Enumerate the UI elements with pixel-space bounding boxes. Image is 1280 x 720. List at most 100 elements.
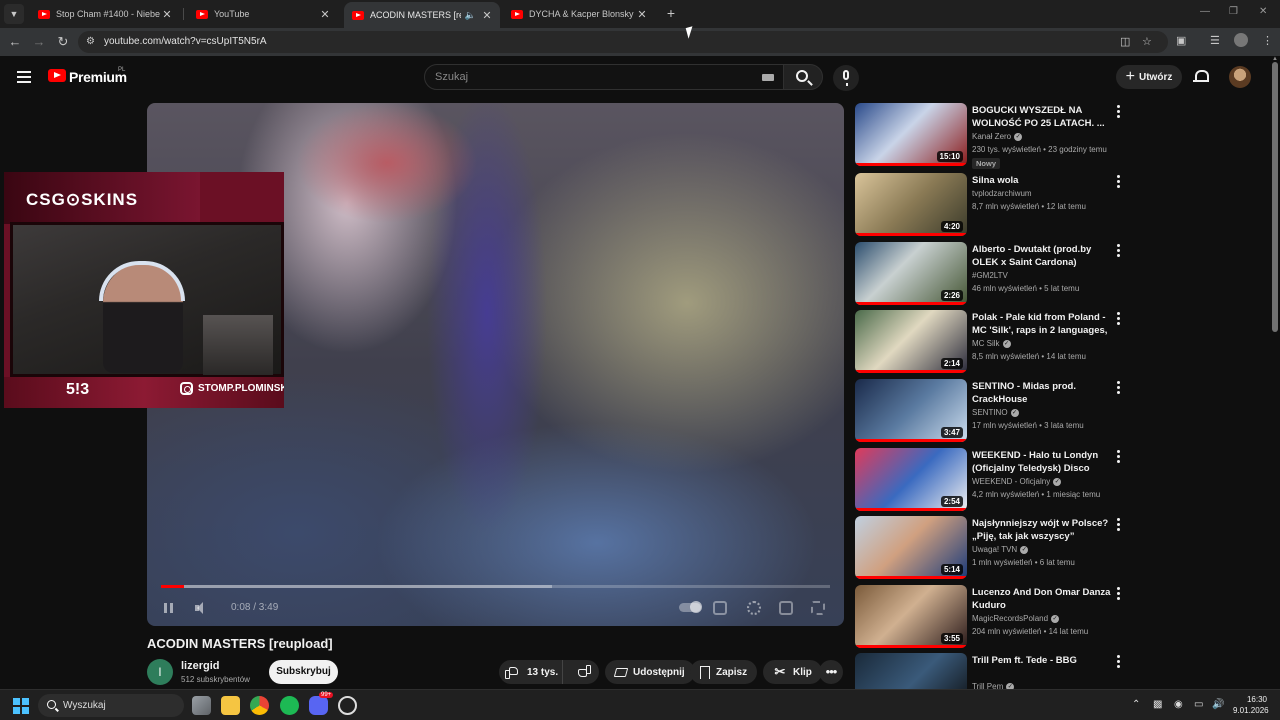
volume-icon[interactable]	[195, 602, 207, 614]
address-bar[interactable]: ⚙ youtube.com/watch?v=csUpIT5N5rA ◫ ☆	[78, 31, 1168, 53]
account-avatar[interactable]	[1229, 66, 1251, 88]
pause-icon[interactable]	[164, 603, 173, 613]
like-button[interactable]: 13 tys.	[499, 660, 563, 684]
share-button[interactable]: Udostępnij	[605, 660, 695, 684]
video-thumbnail[interactable]: 3:47	[855, 379, 967, 442]
tab-dycha[interactable]: DYCHA & Kacper Blonsky - CRU ✕	[503, 2, 655, 26]
recommendation-item[interactable]: 15:10 BOGUCKI WYSZEDŁ NA WOLNOŚĆ PO 25 LA…	[855, 103, 1130, 169]
keyboard-icon[interactable]	[762, 74, 774, 81]
tab-close-icon[interactable]: ✕	[160, 8, 174, 21]
recommendation-title[interactable]: SENTINO - Midas prod. CrackHouse	[972, 380, 1112, 406]
tab-youtube[interactable]: YouTube ✕	[188, 2, 338, 26]
subtitles-icon[interactable]	[713, 601, 727, 615]
search-button[interactable]	[783, 64, 823, 90]
video-thumbnail[interactable]: 4:20	[855, 173, 967, 236]
forward-icon[interactable]: →	[31, 34, 47, 50]
obs-icon[interactable]	[338, 696, 357, 715]
chrome-icon[interactable]	[250, 696, 269, 715]
display-icon[interactable]: ▭	[1194, 699, 1203, 710]
more-options-icon[interactable]	[1117, 381, 1121, 395]
recommendation-title[interactable]: Trill Pem ft. Tede - BBG	[972, 654, 1112, 667]
network-icon[interactable]: ▩	[1153, 699, 1162, 710]
notifications-bell-icon[interactable]	[1193, 69, 1209, 83]
more-options-icon[interactable]	[1117, 655, 1121, 669]
bookmark-star-icon[interactable]: ☆	[1142, 35, 1152, 48]
video-thumbnail[interactable]: 5:14	[855, 516, 967, 579]
channel-name[interactable]: lizergid	[181, 660, 220, 672]
discord-icon[interactable]	[309, 696, 328, 715]
more-options-icon[interactable]	[1117, 518, 1121, 532]
autoplay-toggle[interactable]	[679, 601, 702, 613]
profile-icon[interactable]	[1234, 33, 1248, 47]
browser-menu-icon[interactable]: ⋮	[1262, 34, 1273, 47]
recommendation-title[interactable]: WEEKEND - Halo tu Londyn (Oficjalny Tele…	[972, 449, 1112, 475]
more-options-icon[interactable]	[1117, 312, 1121, 326]
tab-close-icon[interactable]: ✕	[480, 9, 494, 22]
tab-search-button[interactable]: ▼	[4, 4, 24, 24]
recommendation-title[interactable]: Lucenzo And Don Omar Danza Kuduro	[972, 586, 1112, 612]
reading-list-icon[interactable]: ☰	[1210, 34, 1220, 47]
tab-close-icon[interactable]: ✕	[318, 8, 332, 21]
recommendation-channel[interactable]: SENTINO ✓	[972, 408, 1019, 417]
recommendation-channel[interactable]: MC Silk ✓	[972, 339, 1011, 348]
file-explorer-icon[interactable]	[221, 696, 240, 715]
system-clock[interactable]: 16:30 9.01.2026	[1233, 694, 1269, 716]
recommendation-title[interactable]: Najsłynniejszy wójt w Polsce? „Piję, tak…	[972, 517, 1112, 543]
more-options-icon[interactable]	[1117, 105, 1121, 119]
audio-playing-icon[interactable]: 🔈	[465, 10, 476, 21]
install-app-icon[interactable]: ◫	[1120, 35, 1130, 48]
recommendation-item[interactable]: 3:55 Lucenzo And Don Omar Danza Kuduro Mag…	[855, 585, 1130, 649]
recommendation-item[interactable]: 4:20 Silna wola tvplodzarchiwum 8,7 mln wyś…	[855, 173, 1130, 237]
page-scrollbar[interactable]: ▲	[1270, 56, 1280, 689]
scrollbar-thumb[interactable]	[1272, 62, 1278, 332]
tab-close-icon[interactable]: ✕	[635, 8, 649, 21]
back-icon[interactable]: ←	[7, 34, 23, 50]
microphone-tray-icon[interactable]: ◉	[1174, 699, 1183, 710]
recommendation-item[interactable]: 3:47 SENTINO - Midas prod. CrackHouse SENT…	[855, 379, 1130, 443]
new-tab-button[interactable]: +	[662, 4, 680, 22]
taskbar-search[interactable]: Wyszukaj	[38, 694, 184, 717]
tab-acodin-masters[interactable]: ACODIN MASTERS [reupload] 🔈 ✕	[344, 2, 500, 28]
recommendation-title[interactable]: Silna wola	[972, 174, 1112, 187]
tray-overflow-icon[interactable]: ⌃	[1132, 699, 1140, 710]
recommendation-channel[interactable]: Uwaga! TVN ✓	[972, 545, 1029, 554]
channel-avatar[interactable]: l	[147, 659, 173, 685]
minimize-icon[interactable]: —	[1200, 6, 1210, 17]
video-thumbnail[interactable]: 2:26	[855, 242, 967, 305]
subscribe-button[interactable]: Subskrybuj	[269, 660, 338, 684]
more-options-icon[interactable]	[1117, 175, 1121, 189]
settings-gear-icon[interactable]	[747, 601, 761, 615]
recommendation-title[interactable]: BOGUCKI WYSZEDŁ NA WOLNOŚĆ PO 25 LATACH.…	[972, 104, 1112, 130]
recommendation-channel[interactable]: WEEKEND - Oficjalny ✓	[972, 477, 1062, 486]
task-view-icon[interactable]	[192, 696, 211, 715]
url-text[interactable]: youtube.com/watch?v=csUpIT5N5rA	[104, 36, 267, 47]
create-button[interactable]: + Utwórz	[1116, 65, 1182, 89]
menu-icon[interactable]	[17, 71, 31, 83]
video-thumbnail[interactable]: 15:10	[855, 103, 967, 166]
more-options-icon[interactable]	[1117, 587, 1121, 601]
miniplayer-icon[interactable]	[779, 601, 793, 615]
recommendation-item[interactable]: 5:14 Najsłynniejszy wójt w Polsce? „Piję,…	[855, 516, 1130, 580]
recommendation-title[interactable]: Polak - Pale kid from Poland - MC 'Silk'…	[972, 311, 1112, 337]
close-window-icon[interactable]: ✕	[1259, 6, 1267, 17]
recommendation-item[interactable]: 2:26 Alberto - Dwutakt (prod.by OLEK x Sa…	[855, 242, 1130, 306]
start-button[interactable]	[13, 698, 29, 714]
recommendation-channel[interactable]: tvplodzarchiwum	[972, 189, 1032, 198]
more-options-icon[interactable]	[1117, 244, 1121, 258]
fullscreen-icon[interactable]	[811, 601, 825, 615]
video-thumbnail[interactable]: 2:54	[855, 448, 967, 511]
tab-stop-cham[interactable]: Stop Cham #1400 - Niebezpiec ✕	[30, 2, 180, 26]
save-button[interactable]: Zapisz	[690, 660, 758, 684]
video-thumbnail[interactable]: 2:14	[855, 310, 967, 373]
clip-button[interactable]: ✂ Klip	[763, 660, 822, 684]
site-info-icon[interactable]: ⚙	[86, 36, 98, 48]
recommendation-channel[interactable]: #GM2LTV	[972, 271, 1008, 280]
recommendation-title[interactable]: Alberto - Dwutakt (prod.by OLEK x Saint …	[972, 243, 1112, 269]
more-actions-button[interactable]: •••	[819, 660, 843, 684]
extensions-icon[interactable]: ▣	[1176, 34, 1186, 47]
search-input[interactable]: Szukaj	[424, 64, 784, 90]
recommendation-item[interactable]: 2:14 Polak - Pale kid from Poland - MC 'S…	[855, 310, 1130, 374]
progress-bar[interactable]	[161, 585, 830, 588]
recommendation-channel[interactable]: Kanał Zero ✓	[972, 132, 1023, 141]
recommendation-channel[interactable]: MagicRecordsPoland ✓	[972, 614, 1060, 623]
